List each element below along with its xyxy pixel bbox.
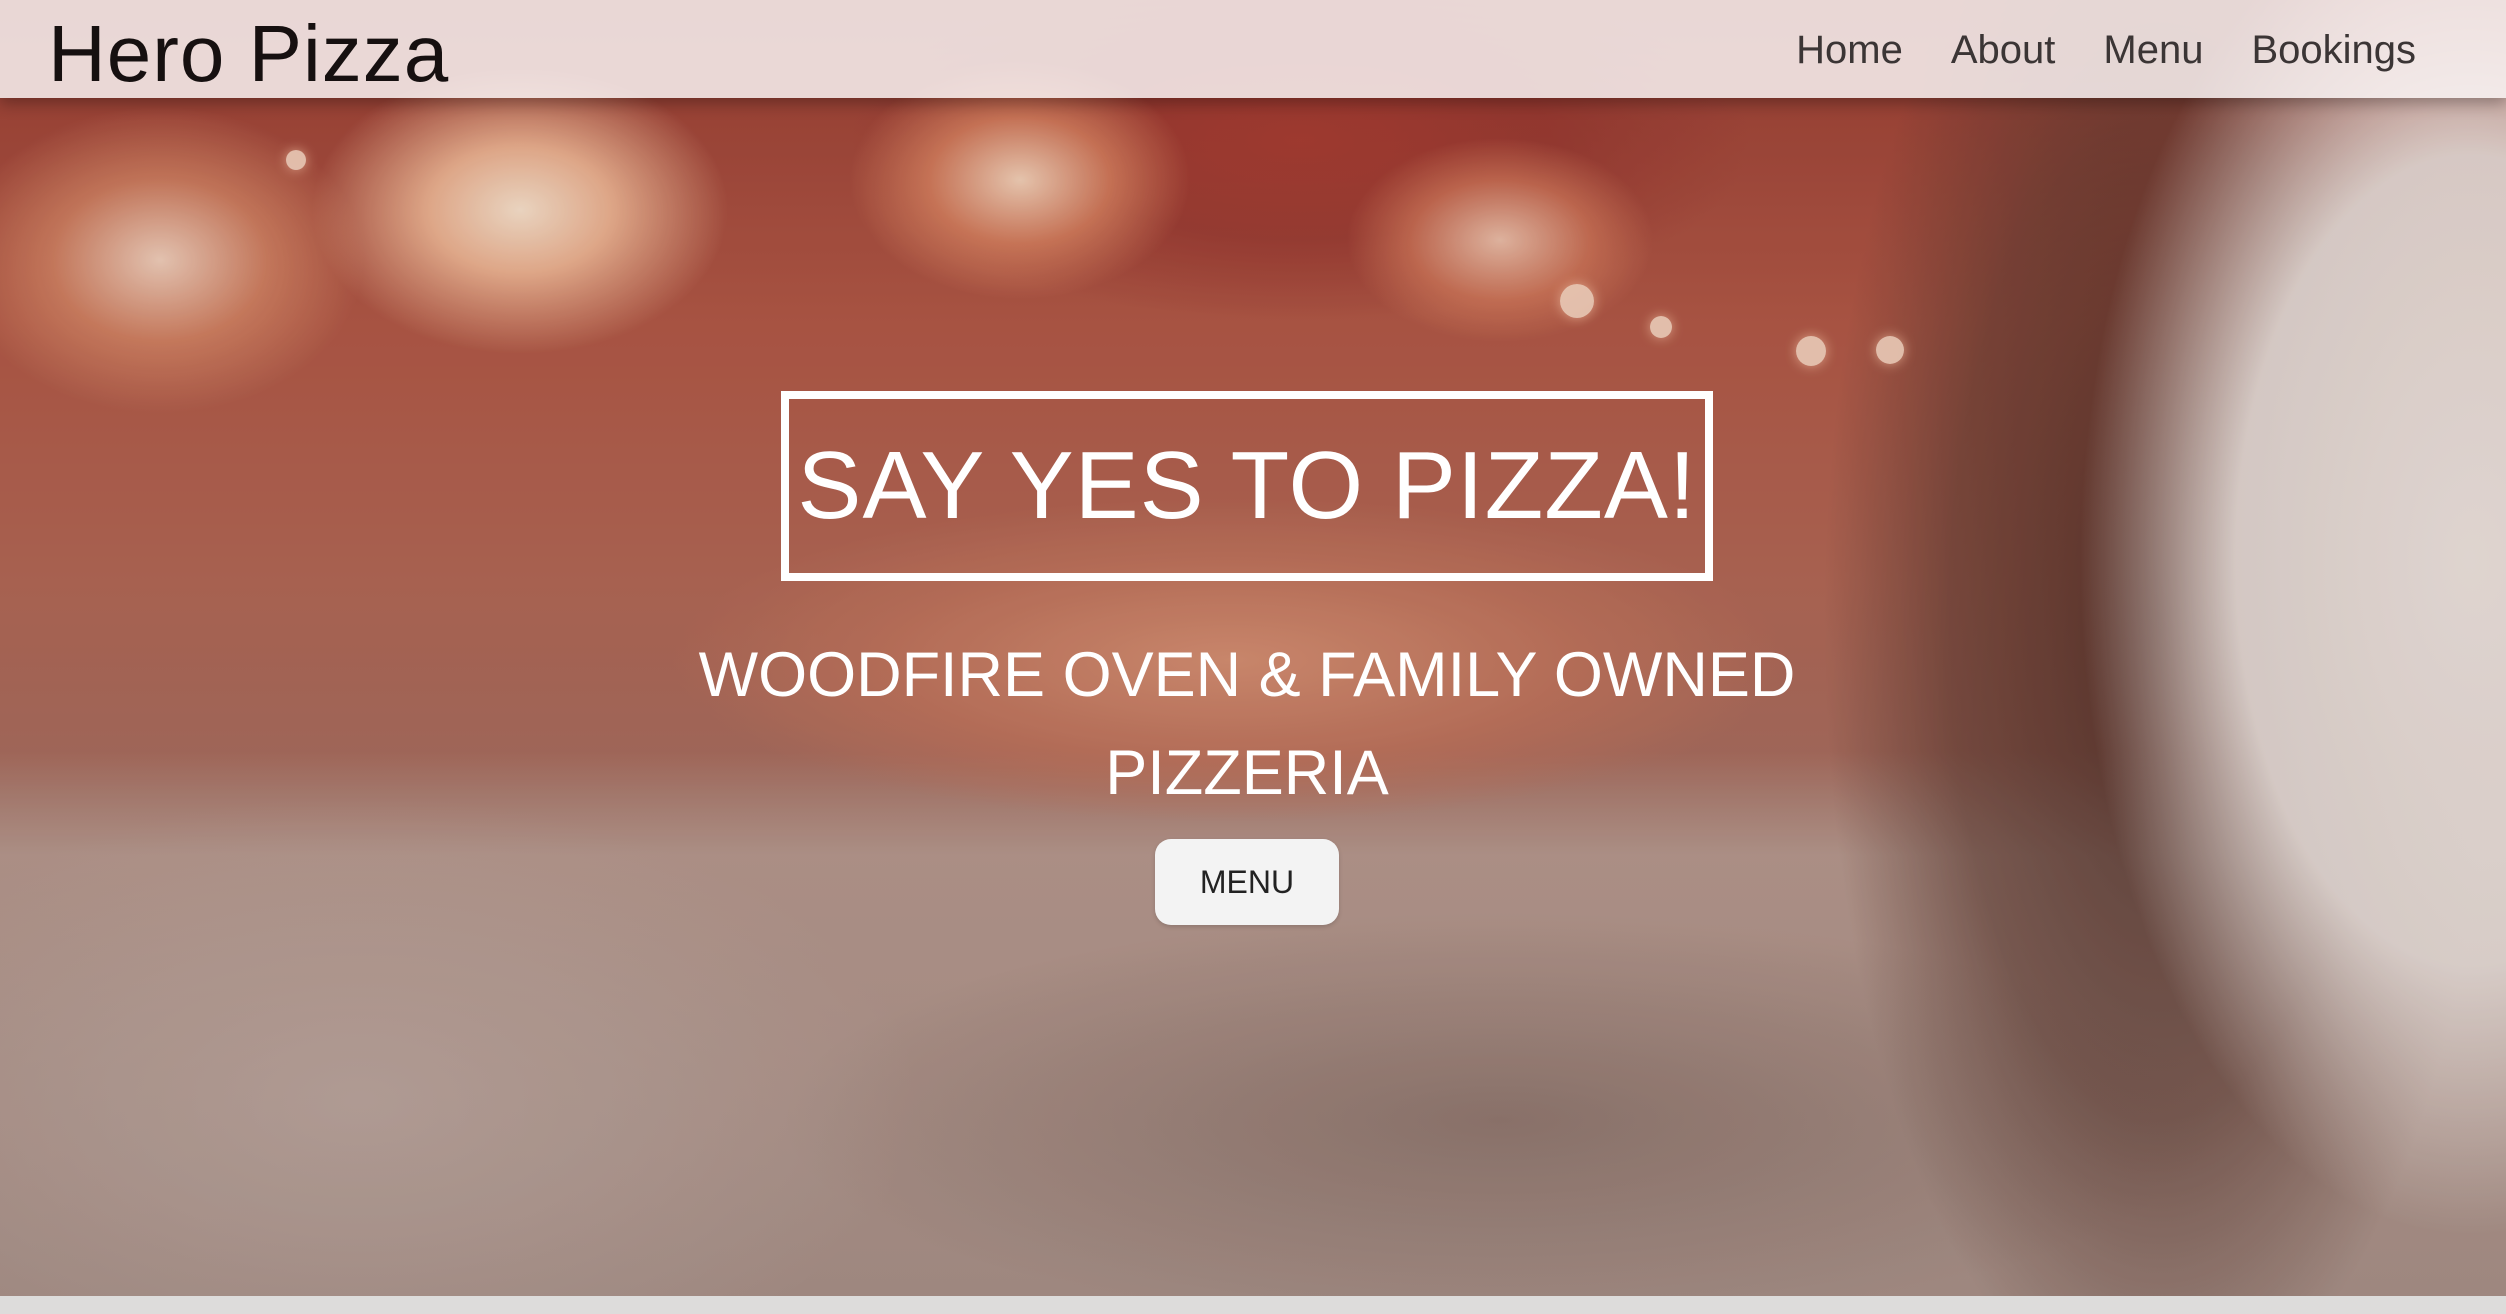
ember-decoration (1560, 284, 1594, 318)
brand-logo[interactable]: Hero Pizza (48, 4, 449, 104)
top-navbar: Hero Pizza Home About Menu Bookings (0, 0, 2506, 98)
nav-item-bookings: Bookings (2251, 22, 2416, 78)
nav-item-home: Home (1796, 22, 1903, 78)
hero-subheadline: WOODFIRE OVEN & FAMILY OWNED PIZZERIA (698, 640, 1796, 808)
ember-decoration (1876, 336, 1904, 364)
nav-link-about[interactable]: About (1951, 28, 2056, 72)
nav-links: Home About Menu Bookings (1796, 22, 2416, 78)
nav-link-home[interactable]: Home (1796, 28, 1903, 72)
hero-headline: SAY YES TO PIZZA! (797, 432, 1697, 539)
nav-link-menu[interactable]: Menu (2103, 28, 2203, 72)
nav-link-bookings[interactable]: Bookings (2251, 28, 2416, 72)
ember-decoration (286, 150, 306, 170)
hero-headline-frame: SAY YES TO PIZZA! (781, 391, 1713, 581)
ember-decoration (1796, 336, 1826, 366)
page-bottom-band (0, 1296, 2506, 1314)
nav-item-about: About (1951, 22, 2056, 78)
menu-cta-button[interactable]: MENU (1155, 839, 1339, 925)
ember-decoration (1650, 316, 1672, 338)
page: Hero Pizza Home About Menu Bookings SAY … (0, 0, 2506, 1314)
nav-item-menu: Menu (2103, 22, 2203, 78)
